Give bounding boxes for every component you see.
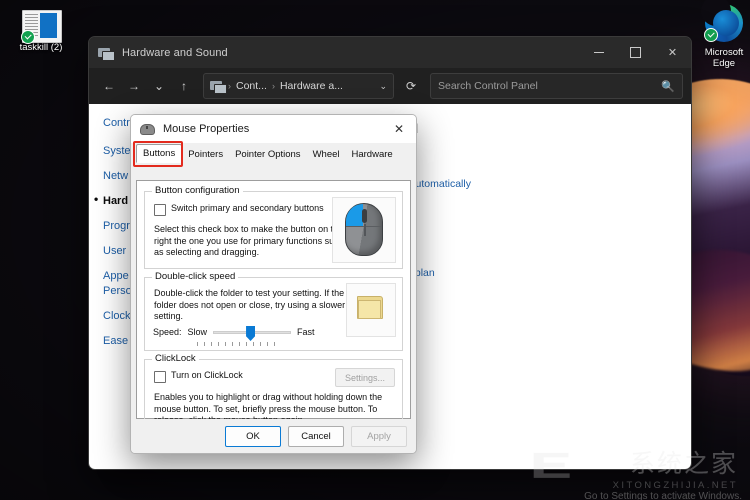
button-configuration-description: Select this check box to make the button… xyxy=(154,224,344,257)
click-lock-settings-button[interactable]: Settings... xyxy=(335,368,395,387)
minimize-button[interactable] xyxy=(580,37,617,68)
group-legend-button-configuration: Button configuration xyxy=(152,185,243,196)
double-click-speed-slider[interactable] xyxy=(213,326,292,341)
dialog-title: Mouse Properties xyxy=(163,123,250,135)
desktop-icon-label-line2: Edge xyxy=(712,58,736,69)
breadcrumb-separator: › xyxy=(271,81,275,91)
dialog-titlebar[interactable]: Mouse Properties ✕ xyxy=(131,115,416,143)
window-title: Hardware and Sound xyxy=(122,46,228,59)
control-panel-navbar[interactable]: ← → ⌄ ↑ › Cont... › Hardware a... ⌄ ⟳ Se… xyxy=(89,68,691,104)
control-panel-titlebar[interactable]: Hardware and Sound ✕ xyxy=(89,37,691,68)
group-legend-double-click-speed: Double-click speed xyxy=(152,271,239,282)
click-lock-label: Turn on ClickLock xyxy=(171,370,243,380)
refresh-button[interactable]: ⟳ xyxy=(399,74,423,98)
breadcrumb-separator: › xyxy=(228,81,231,91)
search-placeholder: Search Control Panel xyxy=(438,80,538,92)
fast-label: Fast xyxy=(297,327,315,337)
green-check-badge-icon xyxy=(21,30,35,44)
speed-label: Speed: xyxy=(153,327,182,337)
tab-hardware[interactable]: Hardware xyxy=(346,146,399,163)
switch-buttons-checkbox[interactable] xyxy=(154,204,166,216)
slow-label: Slow xyxy=(187,327,208,337)
group-double-click-speed: Double-click speed Double-click the fold… xyxy=(144,271,403,351)
switch-buttons-checkbox-row[interactable]: Switch primary and secondary buttons xyxy=(154,203,354,216)
slider-ticks xyxy=(197,342,275,346)
search-icon: 🔍 xyxy=(661,80,675,93)
maximize-button[interactable] xyxy=(617,37,654,68)
dialog-close-button[interactable]: ✕ xyxy=(382,115,416,143)
group-button-configuration: Button configuration Switch primary and … xyxy=(144,185,403,269)
tab-pointer-options[interactable]: Pointer Options xyxy=(229,146,306,163)
cancel-button[interactable]: Cancel xyxy=(288,425,344,447)
desktop-icon-label-line1: Microsoft xyxy=(704,47,744,58)
group-legend-click-lock: ClickLock xyxy=(152,353,199,364)
switch-buttons-label: Switch primary and secondary buttons xyxy=(171,203,324,213)
breadcrumb-hardware-and-sound[interactable]: Hardware a... xyxy=(280,80,343,92)
search-control-panel-input[interactable]: Search Control Panel 🔍 xyxy=(430,73,683,99)
desktop-icon-taskkill[interactable]: taskkill (2) xyxy=(4,8,78,53)
double-click-description: Double-click the folder to test your set… xyxy=(154,288,346,321)
click-lock-checkbox-row[interactable]: Turn on ClickLock xyxy=(154,370,243,383)
address-bar[interactable]: › Cont... › Hardware a... ⌄ xyxy=(203,73,394,99)
green-check-badge-icon xyxy=(704,28,718,42)
control-panel-icon xyxy=(98,46,115,61)
up-button[interactable]: ↑ xyxy=(172,74,196,98)
recent-locations-button[interactable]: ⌄ xyxy=(147,74,171,98)
double-click-speed-slider-row[interactable]: Speed: Slow Fast xyxy=(153,326,315,341)
desktop-icon-microsoft-edge[interactable]: Microsoft Edge xyxy=(687,0,750,69)
windows-activation-notice: Go to Settings to activate Windows. xyxy=(584,491,742,500)
click-lock-checkbox[interactable] xyxy=(154,371,166,383)
text-document-icon xyxy=(21,10,62,44)
tab-buttons[interactable]: Buttons xyxy=(136,144,183,163)
folder-test-area[interactable] xyxy=(346,283,396,337)
tab-pointers[interactable]: Pointers xyxy=(182,146,229,163)
desktop[interactable]: taskkill (2) Microsoft Edge Hardware and… xyxy=(0,0,750,500)
close-button[interactable]: ✕ xyxy=(654,37,691,68)
ok-button[interactable]: OK xyxy=(225,425,281,447)
chevron-down-icon[interactable]: ⌄ xyxy=(379,81,387,92)
slider-thumb[interactable] xyxy=(246,326,256,341)
back-button[interactable]: ← xyxy=(97,74,121,98)
mouse-icon xyxy=(140,123,155,135)
mouse-preview-icon xyxy=(332,197,396,263)
dialog-button-bar: OK Cancel Apply xyxy=(131,419,416,453)
apply-button[interactable]: Apply xyxy=(351,425,407,447)
desktop-icon-label: taskkill (2) xyxy=(19,42,63,53)
breadcrumb-control-panel[interactable]: Cont... xyxy=(236,80,267,92)
mouse-properties-dialog[interactable]: Mouse Properties ✕ Buttons Pointers Poin… xyxy=(130,114,417,454)
forward-button[interactable]: → xyxy=(122,74,146,98)
tab-wheel[interactable]: Wheel xyxy=(307,146,346,163)
dialog-tabstrip[interactable]: Buttons Pointers Pointer Options Wheel H… xyxy=(131,141,416,167)
address-bar-icon xyxy=(210,81,227,94)
tab-page-buttons: Button configuration Switch primary and … xyxy=(136,180,411,435)
folder-icon[interactable] xyxy=(357,296,383,319)
